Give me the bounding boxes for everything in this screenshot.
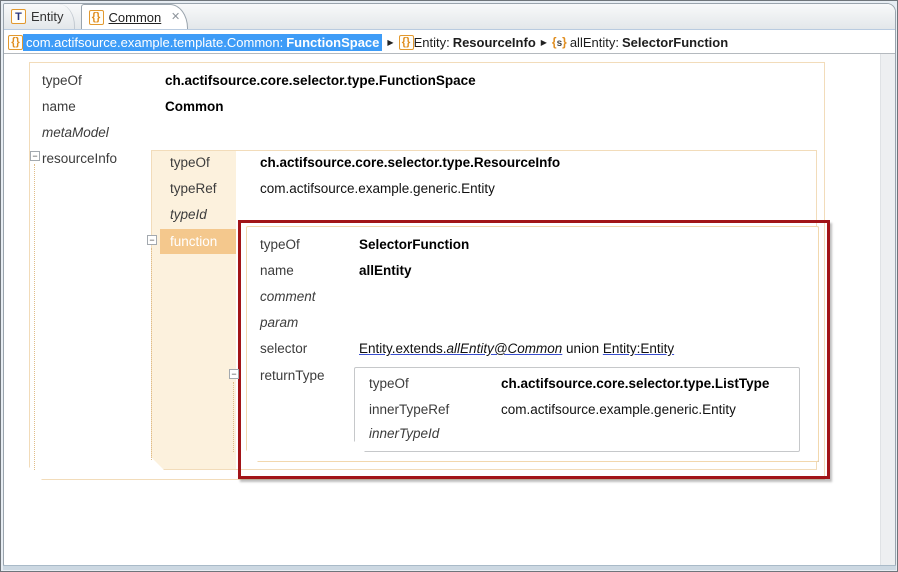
property-value[interactable]: allEntity — [359, 261, 412, 281]
property-label: returnType — [260, 366, 325, 386]
property-label: metaModel — [42, 123, 109, 143]
property-label: comment — [260, 287, 316, 307]
property-label: typeOf — [170, 153, 210, 173]
property-row: typeOf SelectorFunction — [247, 235, 818, 255]
property-label: selector — [260, 339, 307, 359]
property-value[interactable]: ch.actifsource.core.selector.type.Resour… — [260, 153, 560, 173]
returntype-panel: typeOf ch.actifsource.core.selector.type… — [354, 367, 800, 452]
property-row: typeOf ch.actifsource.core.selector.type… — [30, 71, 824, 91]
window-bottom-frame — [3, 565, 896, 570]
property-row: innerTypeId — [355, 424, 799, 444]
property-value[interactable]: com.actifsource.example.generic.Entity — [501, 400, 736, 420]
property-value[interactable]: SelectorFunction — [359, 235, 469, 255]
braces-icon: {} — [89, 10, 104, 25]
property-label: param — [260, 313, 298, 333]
selector-link[interactable]: Entity.extends. — [359, 341, 447, 356]
collapse-toggle-resourceinfo[interactable]: − — [30, 151, 40, 161]
tab-entity-label: Entity — [31, 9, 64, 24]
property-label: innerTypeId — [369, 424, 439, 444]
property-label: innerTypeRef — [369, 400, 449, 420]
eclipse-editor-window: T Entity {} Common ✕ {} com.actifsource.… — [0, 0, 898, 572]
property-value[interactable]: Common — [165, 97, 224, 117]
vertical-scrollbar[interactable] — [880, 54, 895, 565]
property-label: name — [42, 97, 76, 117]
braces-icon: {} — [8, 35, 23, 50]
property-label: typeId — [170, 205, 207, 225]
property-row: name allEntity — [247, 261, 818, 281]
editor-canvas: typeOf ch.actifsource.core.selector.type… — [4, 54, 895, 565]
tree-guide-line — [233, 382, 234, 452]
tree-guide-line — [151, 248, 152, 460]
property-row: param — [247, 313, 818, 333]
property-label: typeOf — [369, 374, 409, 394]
property-value[interactable]: com.actifsource.example.generic.Entity — [260, 179, 495, 199]
property-row: typeOf ch.actifsource.core.selector.type… — [355, 374, 799, 394]
collapse-toggle-function[interactable]: − — [147, 235, 157, 245]
breadcrumb-arrow-icon: ▶ — [387, 38, 393, 47]
property-row: typeOf ch.actifsource.core.selector.type… — [152, 153, 816, 173]
function-label-selected[interactable]: function — [160, 229, 236, 254]
selector-function-icon: {s} — [552, 35, 567, 49]
property-row: selector Entity.extends.allEntity@Common… — [247, 339, 818, 359]
property-row: innerTypeRef com.actifsource.example.gen… — [355, 400, 799, 420]
entity-type-icon: T — [11, 9, 26, 24]
editor-stack: T Entity {} Common ✕ {} com.actifsource.… — [3, 3, 896, 566]
property-row: typeRef com.actifsource.example.generic.… — [152, 179, 816, 199]
tab-common-label: Common — [109, 10, 162, 25]
breadcrumb-arrow-icon: ▶ — [541, 38, 547, 47]
property-row: name Common — [30, 97, 824, 117]
property-row: comment — [247, 287, 818, 307]
breadcrumb-item-functionspace[interactable]: com.actifsource.example.template.Common:… — [23, 34, 382, 51]
property-label: typeRef — [170, 179, 217, 199]
close-icon[interactable]: ✕ — [171, 10, 180, 23]
selector-link[interactable]: allEntity@Common — [447, 341, 563, 356]
property-label: typeOf — [42, 71, 82, 91]
tab-common[interactable]: {} Common ✕ — [81, 4, 189, 29]
breadcrumb-item-selectorfunction[interactable]: allEntity:SelectorFunction — [570, 35, 728, 50]
breadcrumb: {} com.actifsource.example.template.Comm… — [4, 31, 895, 54]
property-value[interactable]: ch.actifsource.core.selector.type.Functi… — [165, 71, 476, 91]
selector-expression: Entity.extends.allEntity@Common union En… — [359, 339, 674, 359]
property-value[interactable]: ch.actifsource.core.selector.type.ListTy… — [501, 374, 769, 394]
breadcrumb-item-resourceinfo[interactable]: Entity:ResourceInfo — [414, 35, 536, 50]
braces-icon: {} — [399, 35, 414, 50]
property-label: typeOf — [260, 235, 300, 255]
property-row: metaModel — [30, 123, 824, 143]
tree-guide-line — [34, 164, 35, 470]
property-label: name — [260, 261, 294, 281]
editor-tab-bar: T Entity {} Common ✕ — [4, 4, 895, 30]
selector-link[interactable]: Entity:Entity — [603, 341, 674, 356]
collapse-toggle-returntype[interactable]: − — [229, 369, 239, 379]
tab-entity[interactable]: T Entity — [4, 4, 75, 29]
property-label: resourceInfo — [42, 149, 117, 169]
